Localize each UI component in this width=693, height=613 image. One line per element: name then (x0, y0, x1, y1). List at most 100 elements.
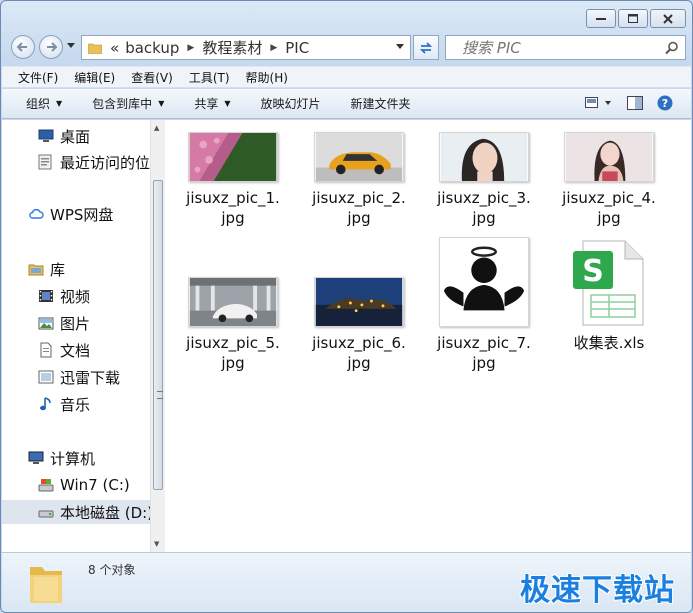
libraries-icon (28, 264, 44, 276)
include-in-library-button[interactable]: 包含到库中 ▼ (92, 95, 164, 112)
slideshow-button[interactable]: 放映幻灯片 (261, 95, 321, 112)
breadcrumb-overflow[interactable]: « (110, 39, 119, 57)
preview-pane-icon[interactable] (627, 96, 643, 110)
nav-item-drive-c[interactable]: Win7 (C:) (2, 473, 150, 497)
file-name: jisuxz_pic_4.jpg (553, 188, 665, 228)
nav-item-thunder-downloads[interactable]: 迅雷下载 (2, 365, 150, 389)
file-item[interactable]: jisuxz_pic_1. jpg (177, 130, 289, 228)
file-item[interactable]: jisuxz_pic_2. jpg (303, 130, 415, 228)
breadcrumb-tutorial-materials[interactable]: 教程素材 (202, 37, 262, 58)
view-options-icon[interactable] (585, 96, 613, 110)
folder-icon (30, 567, 62, 603)
menu-tools[interactable]: 工具(T) (189, 69, 230, 86)
menu-view[interactable]: 查看(V) (131, 69, 173, 86)
new-folder-button[interactable]: 新建文件夹 (351, 95, 411, 112)
share-label: 共享 (194, 97, 219, 111)
address-dropdown-icon[interactable] (396, 44, 404, 50)
search-box[interactable] (445, 35, 686, 60)
back-button[interactable] (11, 35, 35, 59)
maximize-icon (628, 14, 638, 23)
file-item[interactable]: jisuxz_pic_7. jpg (428, 237, 540, 373)
share-button[interactable]: 共享 ▼ (194, 95, 230, 112)
recent-pages-dropdown[interactable] (67, 43, 75, 49)
file-item[interactable]: S 收集表.xls (553, 237, 665, 353)
nav-item-recent-places[interactable]: 最近访问的位置 (2, 150, 150, 174)
image-thumbnail-car (314, 132, 404, 182)
scroll-down-icon[interactable]: ▼ (154, 540, 159, 548)
nav-item-label: 图片 (60, 314, 91, 333)
file-name-ext: jpg (221, 354, 245, 372)
nav-item-libraries[interactable]: 库 (2, 257, 150, 281)
file-name-line: jisuxz_pic_4. (562, 189, 656, 207)
file-name-ext: jpg (597, 209, 621, 227)
file-name-line: 收集表.xls (573, 334, 645, 352)
download-icon (38, 370, 54, 384)
system-drive-icon (38, 479, 54, 492)
nav-item-desktop[interactable]: 桌面 (2, 124, 150, 148)
breadcrumb-separator-icon[interactable]: ▶ (187, 43, 194, 53)
nav-item-videos[interactable]: 视频 (2, 284, 150, 308)
file-name: jisuxz_pic_6. jpg (303, 333, 415, 373)
organize-button[interactable]: 组织 ▼ (26, 95, 62, 112)
folder-icon (88, 43, 102, 54)
navigation-scrollbar[interactable]: ▲ ▼ (150, 120, 165, 552)
file-item[interactable]: jisuxz_pic_3. jpg (428, 130, 540, 228)
maximize-button[interactable] (618, 9, 648, 28)
minimize-button[interactable] (586, 9, 616, 28)
close-icon (663, 13, 673, 24)
computer-icon (28, 451, 44, 464)
file-name-ext: jpg (472, 354, 496, 372)
navigation-row: « backup ▶ 教程素材 ▶ PIC (9, 33, 686, 61)
file-name-line: jisuxz_pic_1. (186, 189, 280, 207)
scroll-thumb[interactable] (153, 180, 163, 490)
file-name: jisuxz_pic_1. jpg (177, 188, 289, 228)
video-icon (39, 290, 53, 302)
file-name: 收集表.xls (553, 333, 665, 353)
search-input[interactable] (462, 38, 662, 57)
file-item[interactable]: jisuxz_pic_4.jpg (553, 130, 665, 228)
nav-item-wps-cloud[interactable]: WPS网盘 (2, 202, 150, 226)
music-note-icon (40, 397, 51, 411)
window-controls (586, 9, 686, 28)
help-icon[interactable]: ? (657, 95, 673, 111)
menu-help[interactable]: 帮助(H) (246, 69, 288, 86)
refresh-button[interactable] (413, 35, 439, 60)
file-view: jisuxz_pic_1. jpg jisuxz_pic_2. jpg jisu… (165, 120, 691, 552)
nav-item-label: 视频 (60, 287, 91, 306)
organize-label: 组织 (26, 97, 51, 111)
forward-button[interactable] (39, 35, 63, 59)
nav-item-music[interactable]: 音乐 (2, 392, 150, 416)
status-bar: 8 个对象 极速下载站 (2, 552, 691, 612)
menu-bar: 文件(F) 编辑(E) 查看(V) 工具(T) 帮助(H) (2, 66, 691, 88)
chevron-down-icon: ▼ (158, 99, 165, 108)
command-bar: 组织 ▼ 包含到库中 ▼ 共享 ▼ 放映幻灯片 新建文件夹 ? (2, 89, 691, 119)
menu-file[interactable]: 文件(F) (18, 69, 58, 86)
scroll-up-icon[interactable]: ▲ (154, 124, 159, 132)
desktop-icon (38, 129, 54, 142)
breadcrumb-separator-icon[interactable]: ▶ (270, 43, 277, 53)
file-name: jisuxz_pic_7. jpg (428, 333, 540, 373)
nav-item-drive-d[interactable]: 本地磁盘 (D:) (2, 500, 150, 524)
nav-item-documents[interactable]: 文档 (2, 338, 150, 362)
breadcrumb-backup[interactable]: backup (125, 39, 179, 57)
svg-text:?: ? (662, 97, 668, 110)
svg-text:S: S (582, 254, 604, 289)
nav-item-label: 音乐 (60, 395, 91, 414)
nav-item-computer[interactable]: 计算机 (2, 446, 150, 470)
file-name: jisuxz_pic_5. jpg (177, 333, 289, 373)
menu-edit[interactable]: 编辑(E) (74, 69, 115, 86)
slideshow-label: 放映幻灯片 (260, 97, 321, 111)
arrow-right-icon (47, 42, 58, 52)
file-item[interactable]: jisuxz_pic_6. jpg (303, 237, 415, 373)
file-item[interactable]: jisuxz_pic_5. jpg (177, 237, 289, 373)
include-in-library-label: 包含到库中 (92, 97, 153, 111)
nav-item-pictures[interactable]: 图片 (2, 311, 150, 335)
breadcrumb-pic[interactable]: PIC (285, 39, 309, 57)
image-thumbnail-angel-avatar (439, 237, 529, 327)
item-count: 8 个对象 (88, 563, 136, 577)
address-bar[interactable]: « backup ▶ 教程素材 ▶ PIC (81, 35, 411, 60)
search-icon[interactable] (665, 41, 679, 55)
chevron-down-icon: ▼ (224, 99, 231, 108)
file-name: jisuxz_pic_2. jpg (303, 188, 415, 228)
close-button[interactable] (650, 9, 686, 28)
